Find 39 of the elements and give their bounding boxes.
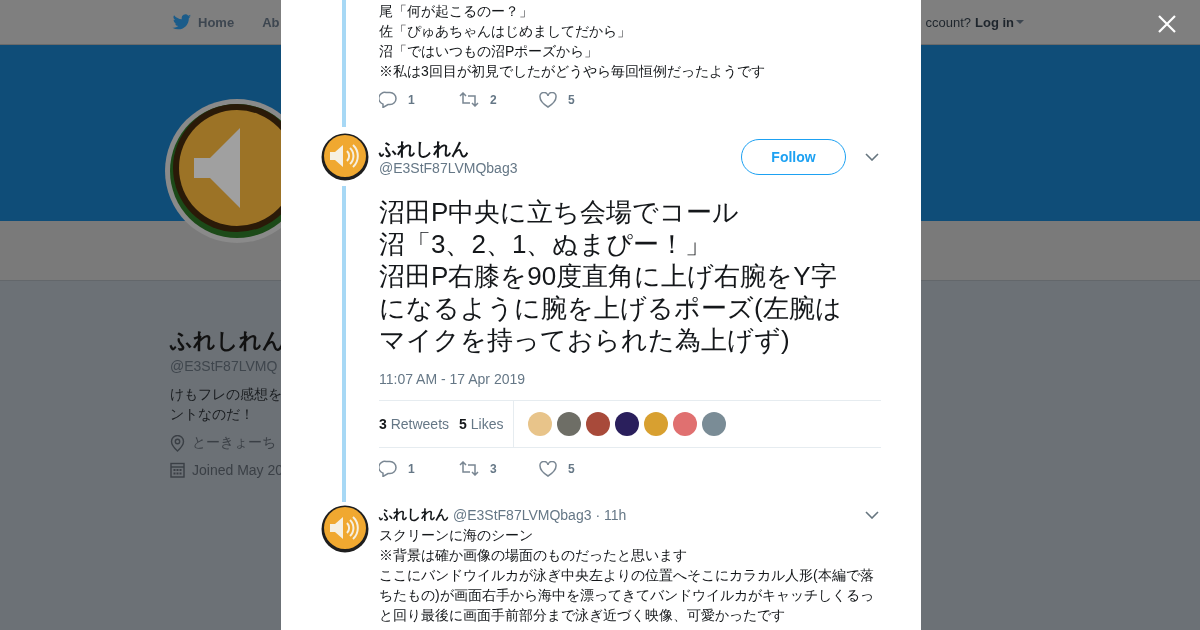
location-pin-icon	[170, 434, 185, 452]
speaker-avatar	[321, 133, 369, 181]
heart-icon[interactable]	[539, 91, 557, 108]
action-count: 3	[490, 461, 497, 476]
user-handle: @E3StF87LVMQbag3	[379, 160, 519, 176]
tweet-timestamp: 11:07 AM - 17 Apr 2019	[379, 371, 527, 387]
calendar-icon	[170, 462, 185, 478]
user-name: ふれしれん	[379, 506, 449, 524]
profile-name: ふれしれん	[170, 327, 285, 355]
account-prompt: ccount?	[925, 14, 971, 30]
stat-link[interactable]: 3 Retweets	[379, 416, 450, 432]
nav-link[interactable]: Ab	[262, 13, 280, 31]
stat-link[interactable]: 5 Likes	[459, 416, 504, 432]
heart-icon[interactable]	[539, 460, 557, 477]
action-count: 1	[408, 461, 415, 476]
tweet-text: スクリーンに海のシーン ※背景は確か画像の場面のものだったと思います ここにバンドウイルカが泳ぎ中央左よりの位置へそこにカラカル人形(本編で落 ちたもの)が画面右手から海中を漂ってきてバンドウイルカがキャッチしくるっ と回り最後に画面手前部分まで泳ぎ近づく映像、可愛かったです	[379, 526, 875, 625]
retweet-icon[interactable]	[459, 92, 479, 107]
chevron-down-icon[interactable]	[865, 153, 879, 161]
reply-icon[interactable]	[379, 91, 397, 108]
user-handle: @E3StF87LVMQbag3	[453, 507, 592, 523]
tweet-text: 尾「何が起こるのー？」 佐「ぴゅあちゃんはじめましてだから」 沼「ではいつもの沼Pポーズから」 ※私は3回目が初見でしたがどうやら毎回恒例だったようです	[379, 2, 766, 81]
login-link[interactable]: Log in	[975, 14, 1024, 30]
retweet-icon[interactable]	[459, 461, 479, 476]
chevron-down-icon[interactable]	[865, 511, 879, 519]
nav-link[interactable]: Home	[172, 13, 235, 31]
tweet-text: 沼田P中央に立ち会場でコール 沼「3、2、1、ぬまぴー！」 沼田P右膝を90度直角に上げ右腕をY字 になるように腕を上げるポーズ(左腕は マイクを持っておられた為上げず)	[379, 196, 843, 356]
profile-bio: けもフレの感想を ントなのだ！	[170, 385, 282, 424]
reply-icon[interactable]	[379, 460, 397, 477]
tweet-time: · 11h	[595, 507, 627, 523]
action-count: 5	[568, 92, 575, 107]
action-count: 1	[408, 92, 415, 107]
close-icon[interactable]	[1158, 15, 1176, 33]
user-name: ふれしれん	[379, 138, 470, 160]
action-count: 5	[568, 461, 575, 476]
liker-avatar[interactable]	[615, 412, 640, 436]
bird-icon	[172, 13, 192, 31]
follow-button[interactable]: Follow	[741, 139, 846, 175]
speaker-avatar	[321, 505, 369, 553]
action-count: 2	[490, 92, 497, 107]
